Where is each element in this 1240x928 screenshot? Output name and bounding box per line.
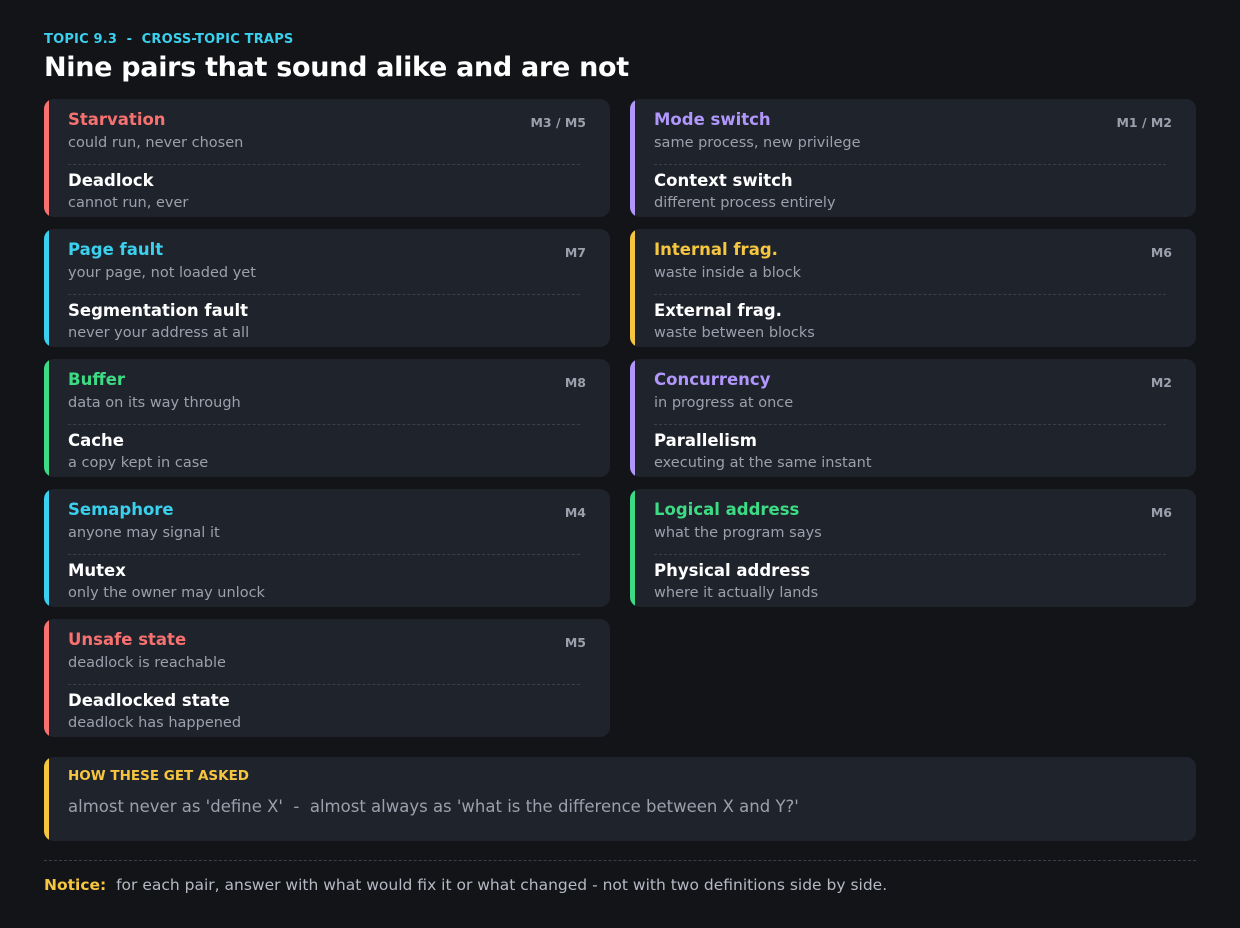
notice-line: Notice: for each pair, answer with what … — [44, 876, 887, 894]
callout-accent-bar — [44, 757, 49, 841]
second-term-description: only the owner may unlock — [68, 585, 265, 601]
card-divider — [68, 424, 580, 425]
card-accent-bar — [44, 619, 49, 737]
first-term-description: anyone may signal it — [68, 525, 220, 541]
card-accent-bar — [44, 99, 49, 217]
first-term-description: waste inside a block — [654, 265, 802, 281]
second-term: Deadlocked state — [68, 691, 230, 710]
first-term-description: same process, new privilege — [654, 135, 861, 151]
pair-card: Concurrency in progress at once M2 Parallel… — [630, 359, 1196, 477]
pair-card: Semaphore anyone may signal it M4 Mutex only… — [44, 489, 610, 607]
module-tag: M5 — [564, 635, 586, 650]
second-term-description: waste between blocks — [654, 325, 815, 341]
second-term: External frag. — [654, 301, 782, 320]
card-accent-bar — [630, 359, 635, 477]
pair-card: Mode switch same process, new privilege M1… — [630, 99, 1196, 217]
card-divider — [68, 164, 580, 165]
notice-text: for each pair, answer with what would fi… — [106, 876, 888, 894]
second-term: Physical address — [654, 561, 811, 580]
first-term-description: data on its way through — [68, 395, 241, 411]
second-term: Deadlock — [68, 171, 154, 190]
second-term: Cache — [68, 431, 124, 450]
card-divider — [654, 164, 1166, 165]
first-term: Semaphore — [68, 500, 174, 519]
card-divider — [654, 554, 1166, 555]
module-tag: M6 — [1150, 245, 1172, 260]
second-term: Context switch — [654, 171, 793, 190]
first-term: Buffer — [68, 370, 126, 389]
pair-card: Unsafe state deadlock is reachable M5 Deadl… — [44, 619, 610, 737]
how-asked-callout: HOW THESE GET ASKED almost never as 'def… — [44, 757, 1196, 841]
first-term-description: your page, not loaded yet — [68, 265, 256, 281]
module-tag: M6 — [1150, 505, 1172, 520]
first-term: Internal frag. — [654, 240, 778, 259]
pair-card: Internal frag. waste inside a block M6 Exte… — [630, 229, 1196, 347]
pair-card: Page fault your page, not loaded yet M7 Seg… — [44, 229, 610, 347]
bottom-divider — [44, 860, 1196, 861]
card-divider — [68, 294, 580, 295]
card-accent-bar — [44, 489, 49, 607]
pair-card: Buffer data on its way through M8 Cache a co… — [44, 359, 610, 477]
pair-card: Logical address what the program says M6 Ph… — [630, 489, 1196, 607]
card-accent-bar — [630, 229, 635, 347]
second-term-description: different process entirely — [654, 195, 836, 211]
first-term-description: could run, never chosen — [68, 135, 244, 151]
first-term-description: what the program says — [654, 525, 822, 541]
topic-eyebrow: TOPIC 9.3 - CROSS-TOPIC TRAPS — [44, 32, 294, 47]
first-term: Starvation — [68, 110, 166, 129]
first-term: Unsafe state — [68, 630, 187, 649]
page: TOPIC 9.3 - CROSS-TOPIC TRAPS Nine pairs… — [0, 0, 1240, 928]
second-term-description: where it actually lands — [654, 585, 819, 601]
card-divider — [654, 294, 1166, 295]
card-divider — [68, 554, 580, 555]
pair-card: Starvation could run, never chosen M3 / M5… — [44, 99, 610, 217]
second-term-description: cannot run, ever — [68, 195, 189, 211]
first-term-description: deadlock is reachable — [68, 655, 226, 671]
second-term: Segmentation fault — [68, 301, 249, 320]
first-term: Page fault — [68, 240, 164, 259]
callout-body: almost never as 'define X' - almost alwa… — [68, 797, 799, 816]
card-accent-bar — [630, 489, 635, 607]
card-accent-bar — [630, 99, 635, 217]
card-accent-bar — [44, 359, 49, 477]
page-title: Nine pairs that sound alike and are not — [44, 52, 629, 83]
second-term: Mutex — [68, 561, 126, 580]
module-tag: M4 — [564, 505, 586, 520]
first-term: Logical address — [654, 500, 800, 519]
first-term: Concurrency — [654, 370, 771, 389]
card-divider — [654, 424, 1166, 425]
second-term-description: deadlock has happened — [68, 715, 242, 731]
module-tag: M3 / M5 — [530, 115, 586, 130]
callout-heading: HOW THESE GET ASKED — [68, 768, 250, 784]
card-accent-bar — [44, 229, 49, 347]
second-term-description: executing at the same instant — [654, 455, 872, 471]
module-tag: M7 — [564, 245, 586, 260]
first-term: Mode switch — [654, 110, 771, 129]
module-tag: M8 — [564, 375, 586, 390]
second-term-description: never your address at all — [68, 325, 250, 341]
notice-label: Notice: — [44, 876, 107, 894]
second-term-description: a copy kept in case — [68, 455, 209, 471]
module-tag: M1 / M2 — [1116, 115, 1172, 130]
card-divider — [68, 684, 580, 685]
second-term: Parallelism — [654, 431, 757, 450]
first-term-description: in progress at once — [654, 395, 794, 411]
module-tag: M2 — [1150, 375, 1172, 390]
